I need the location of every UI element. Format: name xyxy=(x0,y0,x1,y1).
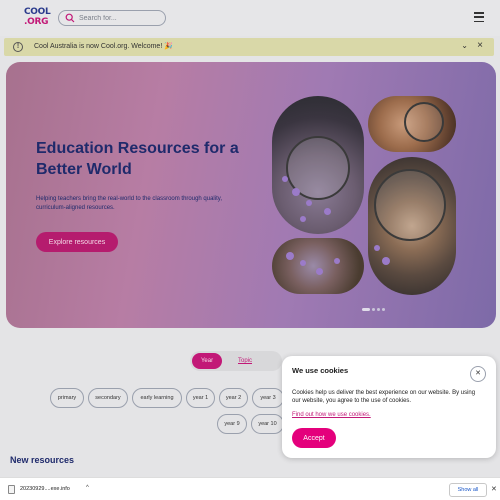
tab-year[interactable]: Year xyxy=(192,353,222,369)
announcement-text: Cool Australia is now Cool.org. Welcome!… xyxy=(34,43,173,50)
accept-cookies-button[interactable]: Accept xyxy=(292,428,336,448)
cookie-body-text: Cookies help us deliver the best experie… xyxy=(292,390,476,404)
file-icon xyxy=(8,485,15,494)
hero-title: Education Resources for a Better World xyxy=(36,140,239,178)
download-bar-close-icon[interactable]: ✕ xyxy=(491,485,497,493)
search-icon xyxy=(65,13,75,23)
chip-early-learning[interactable]: early learning xyxy=(132,388,182,408)
chevron-up-icon[interactable]: ^ xyxy=(86,485,89,491)
hero-subtitle: Helping teachers bring the real-world to… xyxy=(36,196,222,211)
carousel-dot[interactable] xyxy=(362,308,370,311)
search-box[interactable] xyxy=(58,10,166,26)
announcement-banner: ! Cool Australia is now Cool.org. Welcom… xyxy=(4,38,494,56)
site-header: COOL .ORG xyxy=(0,0,500,36)
hero-banner: Education Resources for a Better World H… xyxy=(6,62,496,328)
logo-text-top: COOL xyxy=(24,7,51,17)
info-icon: ! xyxy=(13,42,23,52)
tab-topic[interactable]: Topic xyxy=(238,353,252,369)
search-input[interactable] xyxy=(79,14,159,22)
logo-text-bottom: .ORG xyxy=(24,17,49,27)
chip-year-9[interactable]: year 9 xyxy=(217,414,247,434)
hero-image-girl-closeup xyxy=(368,157,456,295)
chip-year-3[interactable]: year 3 xyxy=(252,388,284,408)
explore-resources-button[interactable]: Explore resources xyxy=(36,232,118,252)
hero-image-magnifier-child xyxy=(272,96,364,234)
carousel-dot[interactable] xyxy=(377,308,380,311)
new-resources-heading: New resources xyxy=(10,455,75,465)
chip-primary[interactable]: primary xyxy=(50,388,84,408)
chevron-down-icon[interactable]: ⌄ xyxy=(461,41,468,50)
chip-year-10[interactable]: year 10 xyxy=(251,414,284,434)
cool-org-logo[interactable]: COOL .ORG xyxy=(24,7,51,29)
cookie-close-button[interactable]: ✕ xyxy=(470,366,486,382)
hero-image-girl-magnifier xyxy=(368,96,456,152)
filter-tabs: Year Topic xyxy=(190,351,282,371)
carousel-dot[interactable] xyxy=(382,308,385,311)
chip-secondary[interactable]: secondary xyxy=(88,388,128,408)
cookie-policy-link[interactable]: Find out how we use cookies. xyxy=(292,412,371,418)
carousel-dot[interactable] xyxy=(372,308,375,311)
hamburger-menu-icon[interactable] xyxy=(474,12,484,22)
download-file-name[interactable]: 20230929....exe.info xyxy=(20,486,70,492)
hero-image-flowers xyxy=(272,238,364,294)
download-bar: 20230929....exe.info ^ Show all ✕ xyxy=(0,477,500,500)
cookie-consent-dialog: We use cookies ✕ Cookies help us deliver… xyxy=(282,356,496,458)
cookie-title: We use cookies xyxy=(292,366,349,375)
chip-year-1[interactable]: year 1 xyxy=(186,388,215,408)
close-icon[interactable]: × xyxy=(477,40,483,51)
carousel-indicator[interactable] xyxy=(362,308,385,311)
chip-year-2[interactable]: year 2 xyxy=(219,388,248,408)
show-all-downloads-button[interactable]: Show all xyxy=(449,483,487,497)
